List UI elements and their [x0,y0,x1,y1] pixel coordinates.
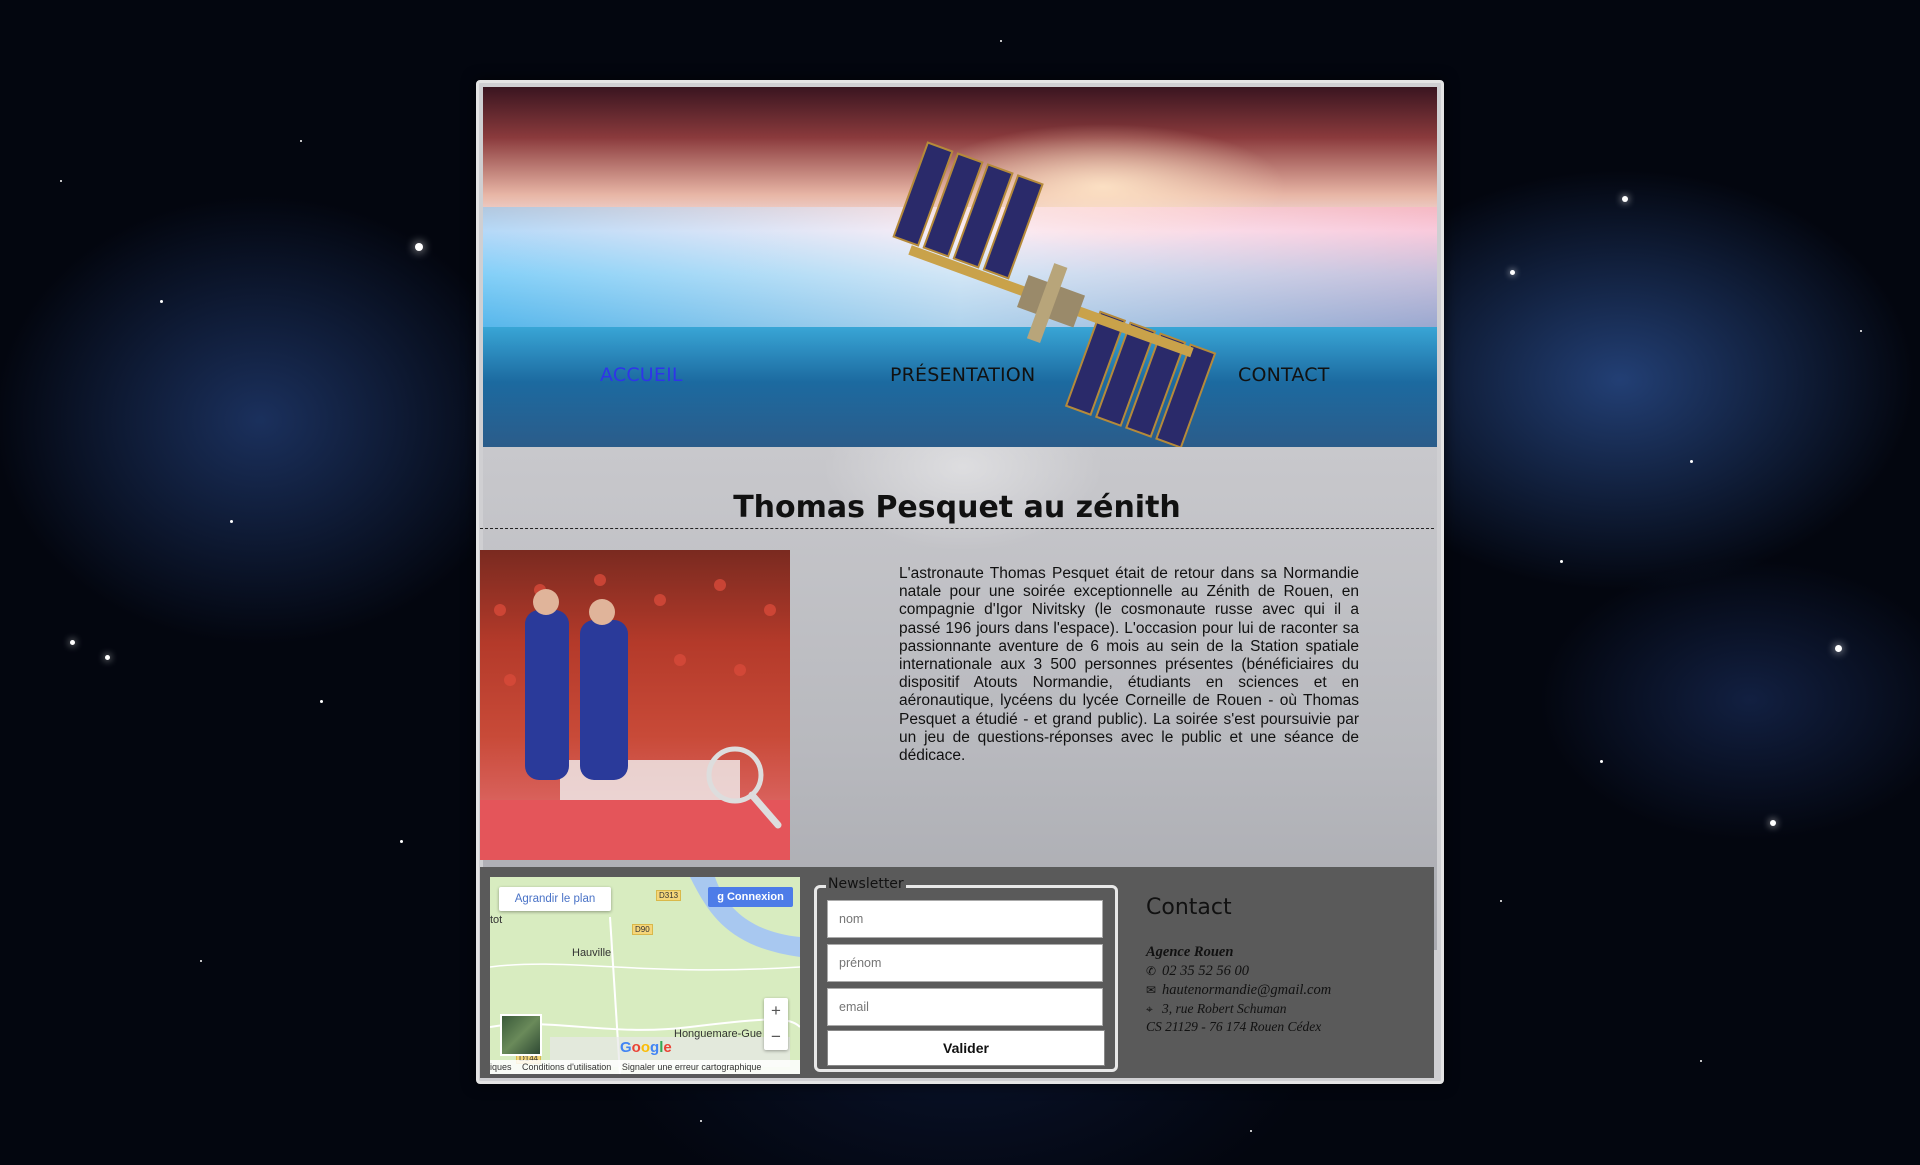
google-logo: Google [620,1039,672,1056]
map-place-label: Hauville [572,947,612,959]
contact-agency: Agence Rouen [1146,944,1234,960]
newsletter-submit-button[interactable]: Valider [827,1030,1105,1066]
phone-icon: ✆ [1146,964,1157,978]
map-marker-icon: ⌖ [1146,1002,1153,1016]
newsletter-email-input[interactable] [827,988,1103,1026]
map-satellite-toggle[interactable] [500,1014,542,1056]
map-place-label: Honguemare-Gue [674,1028,763,1040]
envelope-icon: ✉ [1146,983,1157,997]
article-text: L'astronaute Thomas Pesquet était de ret… [899,565,1359,765]
contact-email-row: ✉ hautenormandie@gmail.com [1146,982,1331,999]
contact-phone[interactable]: 02 35 52 56 00 [1162,963,1249,979]
map-enlarge-button[interactable]: Agrandir le plan [499,887,611,911]
map-login-button[interactable]: g Connexion [708,887,793,907]
map-zoom-out-button[interactable]: − [764,1024,788,1050]
map-road-label: D90 [632,924,653,935]
map-report-error-link[interactable]: Signaler une erreur cartographique [622,1062,762,1072]
map-road-label: D313 [656,890,682,901]
google-map[interactable]: Agrandir le plan g Connexion Hauville Ho… [490,877,800,1074]
page-title: Thomas Pesquet au zénith [733,490,1181,525]
nav-item-presentation[interactable]: PRÉSENTATION [890,364,1035,386]
contact-title: Contact [1146,895,1232,920]
map-place-label: tot [490,914,503,926]
contact-phone-row: ✆ 02 35 52 56 00 [1146,963,1249,980]
newsletter-legend: Newsletter [826,876,906,892]
map-footer-link[interactable]: iques [490,1062,512,1072]
iss-banner-image [483,87,1437,447]
map-zoom-in-button[interactable]: + [764,998,788,1024]
map-terms-link[interactable]: Conditions d'utilisation [522,1062,611,1072]
contact-address-line2: CS 21129 - 76 174 Rouen Cédex [1146,1019,1322,1034]
nav-item-accueil[interactable]: ACCUEIL [600,364,683,386]
newsletter-name-input[interactable] [827,900,1103,938]
newsletter-firstname-input[interactable] [827,944,1103,982]
article-photo[interactable] [480,550,790,860]
google-plus-icon: g [717,891,727,903]
contact-email[interactable]: hautenormandie@gmail.com [1162,982,1331,998]
map-zoom-control: + − [764,998,788,1050]
contact-address-line1: 3, rue Robert Schuman [1162,1001,1287,1016]
contact-address-row: ⌖ 3, rue Robert Schuman [1146,1001,1286,1017]
title-divider [480,528,1434,529]
map-footer: iques Conditions d'utilisation Signaler … [490,1060,800,1074]
nav-item-contact[interactable]: CONTACT [1238,364,1330,386]
